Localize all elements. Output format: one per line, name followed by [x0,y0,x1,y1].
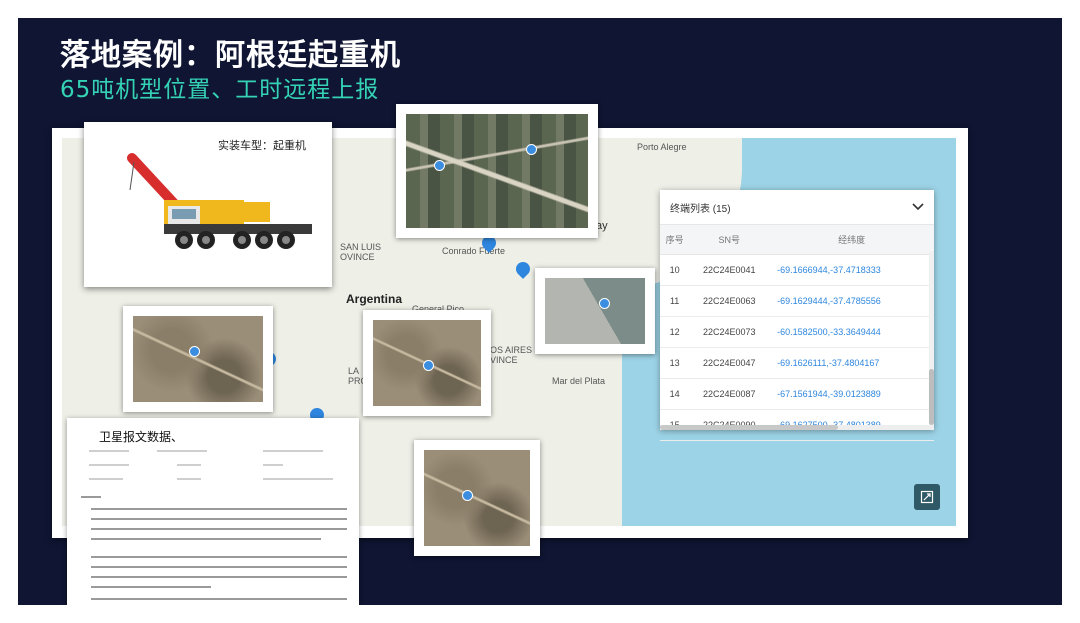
document-text-line [177,478,201,480]
document-text-line [91,528,347,530]
row-index: 13 [660,347,690,379]
location-dot-icon [434,160,445,171]
row-sn: 22C24E0063 [689,285,770,317]
document-text-line [263,478,333,480]
chevron-down-icon[interactable] [912,203,924,211]
document-text-line [91,598,347,600]
satellite-photo-road[interactable] [414,440,540,556]
table-row[interactable]: 12 22C24E0073 -60.1582500,-33.3649444 [660,316,934,348]
map-label-argentina: Argentina [346,292,403,306]
table-row[interactable]: 13 22C24E0047 -69.1626111,-37.4804167 [660,347,934,379]
document-text-line [91,566,347,568]
row-coordinates[interactable]: -60.1582500,-33.3649444 [769,316,934,348]
satellite-image [406,114,588,228]
document-text-line [91,556,347,558]
row-index: 14 [660,378,690,410]
row-coordinates[interactable]: -67.1561944,-39.0123889 [769,378,934,410]
terminal-table: 序号 SN号 经纬度 10 22C24E0041 -69.1666944,-37… [660,225,934,441]
column-header-index: 序号 [660,225,690,255]
map-label-province: OVINCE [340,252,375,262]
document-text-line [177,464,201,466]
satellite-message-document: 卫星报文数据、 [67,418,359,605]
document-text-line [91,576,347,578]
document-text-line [91,538,321,540]
map-label-san-luis: SAN LUIS [340,242,382,252]
table-row[interactable]: 11 22C24E0063 -69.1629444,-37.4785556 [660,285,934,317]
column-header-coordinates: 经纬度 [769,225,934,255]
location-dot-icon [599,298,610,309]
row-index: 12 [660,316,690,348]
crane-truck-image [127,153,312,249]
location-dot-icon [189,346,200,357]
table-row[interactable]: 10 22C24E0041 -69.1666944,-37.4718333 [660,254,934,286]
map-label-province: VINCE [490,355,518,365]
document-text-line [89,450,129,452]
crane-card: 实装车型：起重机 [84,122,332,287]
map-label-town: Conrado Fuerte [442,246,506,256]
row-index: 11 [660,285,690,317]
document-text-line [89,464,129,466]
document-text-line [89,478,123,480]
fullscreen-button[interactable] [914,484,940,510]
satellite-image [424,450,530,546]
satellite-image [133,316,263,402]
document-text-line [91,518,347,520]
document-text-line [91,586,211,588]
row-sn: 22C24E0047 [689,347,770,379]
table-row[interactable]: 14 22C24E0087 -67.1561944,-39.0123889 [660,378,934,410]
row-sn: 22C24E0041 [689,254,770,286]
horizontal-scrollbar[interactable] [660,425,934,430]
satellite-image [373,320,481,406]
row-coordinates[interactable]: -69.1666944,-37.4718333 [769,254,934,286]
satellite-photo-port[interactable] [535,268,655,354]
map-label-mar-del-plata: Mar del Plata [552,376,606,386]
row-coordinates[interactable]: -69.1629444,-37.4785556 [769,285,934,317]
row-coordinates[interactable]: -69.1626111,-37.4804167 [769,347,934,379]
satellite-photo-desert[interactable] [363,310,491,416]
map-label-buenos-aires: OS AIRES [490,345,533,355]
location-dot-icon [526,144,537,155]
satellite-photo-field[interactable] [123,306,273,412]
document-text-line [81,496,101,498]
satellite-image [545,278,645,344]
slide: 落地案例：阿根廷起重机 65吨机型位置、工时远程上报 Porto Alegre … [18,18,1062,605]
location-dot-icon [462,490,473,501]
row-index: 10 [660,254,690,286]
document-text-line [91,508,347,510]
slide-title: 落地案例：阿根廷起重机 [60,38,401,73]
terminal-list-title: 终端列表 (15) [670,203,731,215]
row-sn: 22C24E0087 [689,378,770,410]
map-label-porto-alegre: Porto Alegre [637,142,687,152]
terminal-list-panel: 终端列表 (15) 序号 SN号 经纬度 10 22C24E0041 -69.1… [660,190,934,441]
location-dot-icon [423,360,434,371]
terminal-list-header[interactable]: 终端列表 (15) [660,190,934,225]
document-text-line [263,464,283,466]
expand-icon [920,490,934,504]
document-text-line [263,450,323,452]
satellite-photo-city[interactable] [396,104,598,238]
document-title: 卫星报文数据、 [99,430,184,444]
vertical-scrollbar[interactable] [929,251,934,425]
slide-subtitle: 65吨机型位置、工时远程上报 [60,77,380,103]
column-header-sn: SN号 [689,225,770,255]
row-sn: 22C24E0073 [689,316,770,348]
document-text-line [157,450,207,452]
map-label-la: LA [348,366,360,376]
